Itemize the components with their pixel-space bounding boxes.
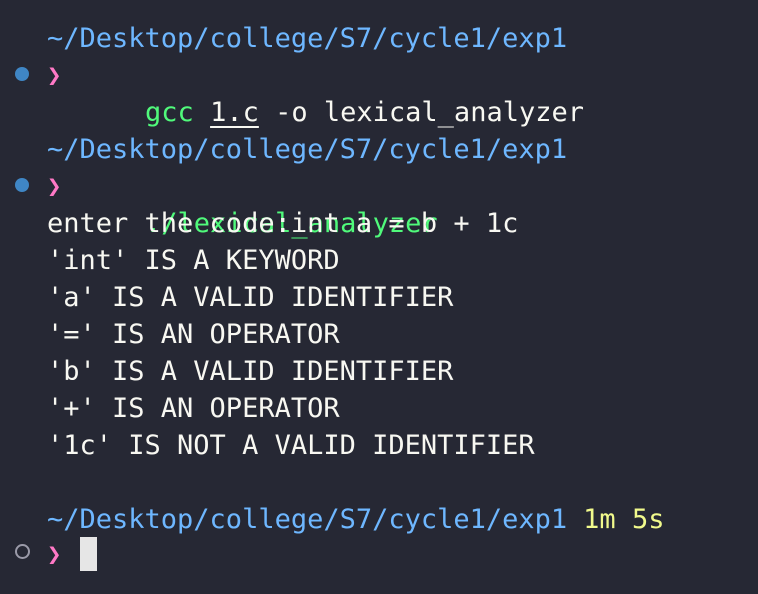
prompt-chevron-icon-1: ❯ [47, 61, 62, 89]
command-args-1: -o lexical_analyzer [275, 97, 584, 128]
block-cursor-icon[interactable] [80, 537, 97, 571]
cwd-line-3: ~/Desktop/college/S7/cycle1/exp1 1m 5s [47, 501, 664, 538]
output-line: 'int' IS A KEYWORD [47, 245, 340, 276]
cwd-path-1: ~/Desktop/college/S7/cycle1/exp1 [47, 23, 568, 54]
cwd-path-3: ~/Desktop/college/S7/cycle1/exp1 [47, 504, 568, 535]
status-dot-icon-1 [15, 67, 29, 81]
prompt-chevron-icon-2: ❯ [47, 172, 62, 200]
output-line: 'a' IS A VALID IDENTIFIER [47, 282, 454, 313]
output-line: '=' IS AN OPERATOR [47, 319, 340, 350]
status-idle-icon [15, 544, 30, 559]
output-line: '+' IS AN OPERATOR [47, 393, 340, 424]
command-line-2: ./lexical_analyzer [80, 168, 438, 239]
command-duration: 1m 5s [583, 504, 665, 535]
output-line: 'b' IS A VALID IDENTIFIER [47, 356, 454, 387]
terminal-window[interactable]: ~/Desktop/college/S7/cycle1/exp1 ❯ gcc 1… [0, 0, 758, 594]
command-line-1: gcc 1.c -o lexical_analyzer [80, 57, 584, 128]
command-program-1: gcc [145, 97, 194, 128]
prompt-chevron-icon-3: ❯ [47, 540, 62, 568]
status-dot-icon-2 [15, 178, 29, 192]
command-file-arg-1[interactable]: 1.c [210, 97, 259, 128]
output-line: enter the code:int a = b + 1c [47, 208, 519, 239]
cwd-path-2: ~/Desktop/college/S7/cycle1/exp1 [47, 134, 568, 165]
output-line: '1c' IS NOT A VALID IDENTIFIER [47, 430, 535, 461]
